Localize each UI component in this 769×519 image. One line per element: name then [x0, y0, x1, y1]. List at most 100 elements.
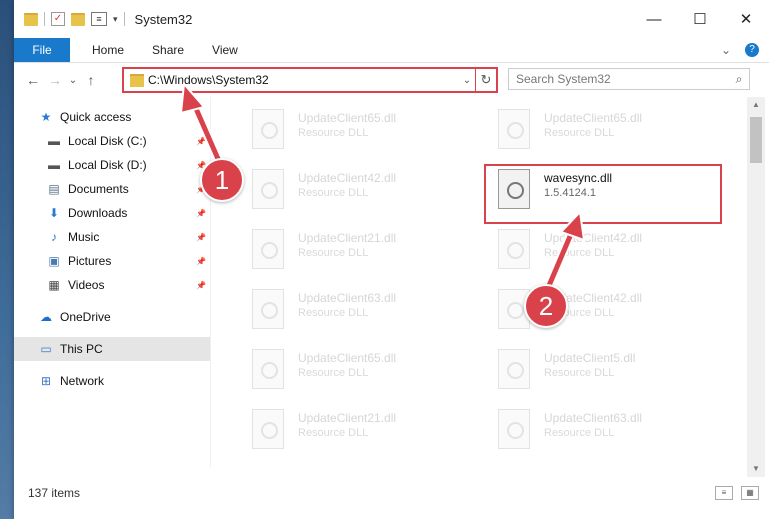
sidebar-item-label: Downloads	[68, 206, 128, 220]
sidebar-item-local-disk-d[interactable]: ▬ Local Disk (D:) 📌	[14, 153, 210, 177]
vertical-scrollbar[interactable]: ▲ ▼	[747, 97, 765, 477]
dll-file-icon	[498, 349, 530, 389]
sidebar-item-label: Local Disk (C:)	[68, 134, 147, 148]
pin-icon[interactable]: 📌	[196, 137, 206, 146]
sidebar-item-quick-access[interactable]: ★ Quick access	[14, 105, 210, 129]
file-description: Resource DLL	[544, 367, 615, 379]
sidebar-item-pictures[interactable]: ▣ Pictures 📌	[14, 249, 210, 273]
file-item[interactable]: UpdateClient65.dll Resource DLL	[238, 101, 474, 151]
file-item[interactable]: UpdateClient5.dll Resource DLL	[484, 341, 720, 391]
tab-home[interactable]: Home	[86, 43, 130, 57]
expand-ribbon-icon[interactable]: ⌄	[721, 43, 731, 57]
sidebar-item-onedrive[interactable]: ☁ OneDrive	[14, 305, 210, 329]
details-view-icon[interactable]: ≡	[715, 486, 733, 500]
search-input[interactable]: Search System32 ⌕	[508, 68, 750, 90]
step-1-badge: 1	[200, 158, 244, 202]
sidebar-item-label: This PC	[60, 342, 103, 356]
dll-file-icon	[252, 109, 284, 149]
maximize-button[interactable]: ☐	[677, 0, 723, 38]
ribbon-right: ⌄ ?	[721, 43, 769, 57]
pin-icon[interactable]: 📌	[196, 257, 206, 266]
file-name: UpdateClient21.dll	[298, 231, 397, 245]
file-list: UpdateClient65.dll Resource DLL UpdateClie…	[222, 97, 747, 471]
address-path[interactable]: C:\Windows\System32	[148, 73, 459, 87]
file-name: UpdateClient65.dll	[544, 111, 643, 125]
file-explorer-window: ✓ ≡ ▾ System32 — ☐ ✕ File Home Share Vie…	[14, 0, 769, 519]
sidebar-item-network[interactable]: ⊞ Network	[14, 369, 210, 393]
dll-file-icon	[252, 289, 284, 329]
file-description: Resource DLL	[298, 427, 369, 439]
step-2-badge: 2	[524, 284, 568, 328]
tab-share[interactable]: Share	[146, 43, 190, 57]
scrollbar-thumb[interactable]	[750, 117, 762, 163]
back-button[interactable]: ←	[22, 72, 44, 88]
chevron-down-icon[interactable]: ⌄	[459, 75, 475, 86]
recent-locations-button[interactable]: ⌄	[66, 75, 80, 86]
help-icon[interactable]: ?	[745, 43, 759, 57]
sidebar-item-documents[interactable]: ▤Documents📌	[14, 177, 210, 201]
forward-button[interactable]: →	[44, 72, 66, 88]
address-bar[interactable]: C:\Windows\System32 ⌄ ↻	[122, 67, 498, 93]
pane-divider[interactable]	[210, 97, 211, 467]
refresh-button[interactable]: ↻	[475, 69, 496, 91]
file-item[interactable]: UpdateClient42.dll Resource DLL	[238, 161, 474, 211]
new-folder-icon[interactable]	[71, 12, 85, 26]
sidebar-item-local-disk-c[interactable]: ▬ Local Disk (C:) 📌	[14, 129, 210, 153]
pin-icon[interactable]: 📌	[196, 209, 206, 218]
file-name: UpdateClient63.dll	[544, 411, 643, 425]
dll-file-icon	[498, 229, 530, 269]
tab-view[interactable]: View	[206, 43, 244, 57]
file-description: Resource DLL	[298, 307, 369, 319]
large-icons-view-icon[interactable]: ▦	[741, 486, 759, 500]
file-item[interactable]: UpdateClient63.dll Resource DLL	[484, 401, 720, 451]
scroll-down-icon[interactable]: ▼	[747, 461, 765, 477]
quick-access-toolbar: ✓ ≡ ▾	[14, 12, 125, 26]
folder-icon[interactable]	[24, 12, 38, 26]
downloads-icon: ⬇	[48, 206, 60, 220]
search-icon[interactable]: ⌕	[729, 72, 749, 87]
file-description: Resource DLL	[298, 127, 369, 139]
scroll-up-icon[interactable]: ▲	[747, 97, 765, 113]
drive-icon: ▬	[48, 134, 60, 148]
pin-icon[interactable]: 📌	[196, 233, 206, 242]
file-item[interactable]: UpdateClient21.dll Resource DLL	[238, 401, 474, 451]
minimize-button[interactable]: —	[631, 0, 677, 38]
window-title: System32	[134, 11, 193, 27]
status-bar: 137 items ≡ ▦	[14, 482, 769, 504]
tab-file[interactable]: File	[14, 38, 70, 62]
sidebar-item-this-pc[interactable]: ▭ This PC	[14, 337, 210, 361]
item-count: 137 items	[28, 486, 81, 500]
sidebar-item-label: Pictures	[68, 254, 112, 268]
dll-file-icon	[498, 109, 530, 149]
file-name: UpdateClient42.dll	[298, 171, 397, 185]
sidebar-item-label: Local Disk (D:)	[68, 158, 147, 172]
properties-icon[interactable]: ≡	[91, 12, 107, 26]
file-name: UpdateClient65.dll	[298, 351, 397, 365]
close-button[interactable]: ✕	[723, 0, 769, 38]
sidebar-item-label: Documents	[68, 182, 129, 196]
pictures-icon: ▣	[48, 254, 60, 268]
file-description: Resource DLL	[544, 127, 615, 139]
file-name: UpdateClient63.dll	[298, 291, 397, 305]
this-pc-icon: ▭	[40, 342, 52, 356]
search-placeholder: Search System32	[516, 72, 611, 86]
properties-check-icon[interactable]: ✓	[51, 12, 65, 26]
pin-icon[interactable]: 📌	[196, 281, 206, 290]
file-item[interactable]: UpdateClient63.dll Resource DLL	[238, 281, 474, 331]
file-item[interactable]: UpdateClient42.dll Resource DLL	[484, 281, 720, 331]
file-item[interactable]: UpdateClient65.dll Resource DLL	[238, 341, 474, 391]
ribbon-tabs: File Home Share View ⌄ ?	[14, 38, 769, 63]
up-button[interactable]: ↑	[80, 72, 102, 88]
window-controls: — ☐ ✕	[631, 0, 769, 38]
file-name: UpdateClient21.dll	[298, 411, 397, 425]
file-item[interactable]: UpdateClient65.dll Resource DLL	[484, 101, 720, 151]
folder-icon	[130, 73, 144, 87]
customize-arrow-icon[interactable]: ▾	[113, 14, 118, 25]
file-name: UpdateClient42.dll	[544, 231, 643, 245]
dll-file-icon	[252, 409, 284, 449]
sidebar-item-music[interactable]: ♪ Music 📌	[14, 225, 210, 249]
file-item[interactable]: UpdateClient21.dll Resource DLL	[238, 221, 474, 271]
sidebar-item-videos[interactable]: ▦ Videos 📌	[14, 273, 210, 297]
file-item[interactable]: UpdateClient42.dll Resource DLL	[484, 221, 720, 271]
sidebar-item-downloads[interactable]: ⬇ Downloads 📌	[14, 201, 210, 225]
